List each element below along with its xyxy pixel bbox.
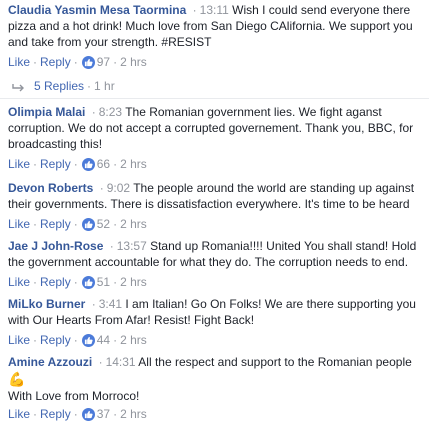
reaction-count[interactable]: 51 [97, 274, 110, 290]
comment-author[interactable]: MiLko Burner [8, 297, 85, 311]
flexed-biceps-emoji: 💪 [8, 371, 26, 387]
comment-actions: Like · Reply · 37 · 2 hrs [8, 406, 147, 422]
comment-age[interactable]: 2 hrs [120, 406, 147, 422]
comment-actions: Like · Reply · 97 · 2 hrs [8, 54, 147, 70]
like-button[interactable]: Like [8, 216, 30, 232]
reply-button[interactable]: Reply [40, 216, 71, 232]
like-button[interactable]: Like [8, 274, 30, 290]
thumbs-up-icon[interactable] [81, 407, 95, 421]
comment-author[interactable]: Claudia Yasmin Mesa Taormina [8, 3, 186, 17]
comment-text: All the respect and support to the Roman… [138, 355, 412, 369]
comment: Claudia Yasmin Mesa Taormina · 13:11 Wish… [8, 2, 422, 70]
thumbs-up-icon[interactable] [81, 275, 95, 289]
comment-author[interactable]: Olimpia Malai [8, 105, 85, 119]
comment-age[interactable]: 2 hrs [120, 54, 147, 70]
replies-age: 1 hr [94, 79, 115, 93]
replies-row[interactable]: 5 Replies · 1 hr [12, 78, 115, 94]
comment-actions: Like · Reply · 44 · 2 hrs [8, 332, 147, 348]
comment: Jae J John-Rose · 13:57 Stand up Romania!… [8, 238, 422, 290]
reaction-count[interactable]: 97 [97, 54, 110, 70]
divider [0, 98, 429, 99]
comment-time[interactable]: 14:31 [106, 355, 136, 369]
comment-age[interactable]: 2 hrs [120, 156, 147, 172]
reply-button[interactable]: Reply [40, 274, 71, 290]
reply-arrow-icon [12, 81, 26, 92]
comment-text-continued: With Love from Morroco! [8, 389, 140, 403]
comment-age[interactable]: 2 hrs [120, 274, 147, 290]
comment: Olimpia Malai · 8:23 The Romanian governm… [8, 104, 422, 172]
reaction-count[interactable]: 37 [97, 406, 110, 422]
like-button[interactable]: Like [8, 54, 30, 70]
view-replies-link[interactable]: 5 Replies [34, 78, 84, 94]
comment-actions: Like · Reply · 52 · 2 hrs [8, 216, 147, 232]
thumbs-up-icon[interactable] [81, 55, 95, 69]
reply-button[interactable]: Reply [40, 156, 71, 172]
comment: Devon Roberts · 9:02 The people around th… [8, 180, 422, 232]
like-button[interactable]: Like [8, 406, 30, 422]
comment-time[interactable]: 8:23 [99, 105, 122, 119]
thumbs-up-icon[interactable] [81, 333, 95, 347]
comment-age[interactable]: 2 hrs [120, 332, 147, 348]
comment-feed: Claudia Yasmin Mesa Taormina · 13:11 Wish… [0, 0, 429, 426]
comment-age[interactable]: 2 hrs [120, 216, 147, 232]
reply-button[interactable]: Reply [40, 406, 71, 422]
comment-time[interactable]: 13:11 [200, 3, 229, 17]
reply-button[interactable]: Reply [40, 332, 71, 348]
comment: Amine Azzouzi · 14:31 All the respect and… [8, 354, 422, 422]
comment-author[interactable]: Amine Azzouzi [8, 355, 92, 369]
comment-actions: Like · Reply · 51 · 2 hrs [8, 274, 147, 290]
comment-author[interactable]: Devon Roberts [8, 181, 93, 195]
comment-author[interactable]: Jae J John-Rose [8, 239, 103, 253]
comment-time[interactable]: 13:57 [117, 239, 147, 253]
thumbs-up-icon[interactable] [81, 157, 95, 171]
like-button[interactable]: Like [8, 332, 30, 348]
reaction-count[interactable]: 52 [97, 216, 110, 232]
reaction-count[interactable]: 66 [97, 156, 110, 172]
like-button[interactable]: Like [8, 156, 30, 172]
comment-time[interactable]: 3:41 [99, 297, 122, 311]
comment-actions: Like · Reply · 66 · 2 hrs [8, 156, 147, 172]
comment-time[interactable]: 9:02 [107, 181, 130, 195]
comment: MiLko Burner · 3:41 I am Italian! Go On F… [8, 296, 422, 348]
reply-button[interactable]: Reply [40, 54, 71, 70]
reaction-count[interactable]: 44 [97, 332, 110, 348]
thumbs-up-icon[interactable] [81, 217, 95, 231]
